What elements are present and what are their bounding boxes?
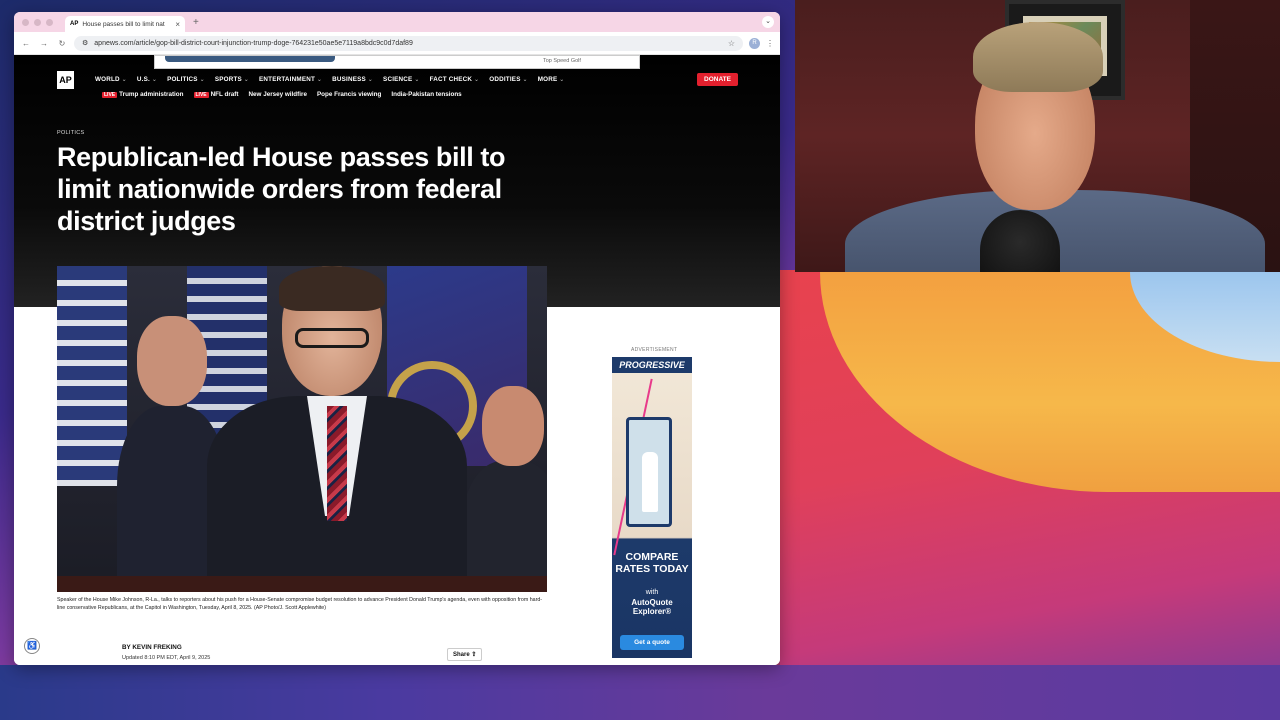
reload-icon[interactable]: ↻ — [56, 39, 68, 48]
get-a-quote-button[interactable]: Get a quote — [620, 635, 684, 650]
tab-title: House passes bill to limit nat — [82, 20, 165, 28]
trending-item[interactable]: New Jersey wildfire — [249, 91, 307, 98]
banner-ad-text: Top Speed Golf — [543, 58, 581, 64]
trending-item[interactable]: LIVE NFL draft — [193, 91, 239, 98]
donate-button[interactable]: DONATE — [697, 73, 738, 86]
photo-caption: Speaker of the House Mike Johnson, R-La.… — [57, 597, 543, 611]
nav-item-more[interactable]: MORE — [538, 76, 565, 83]
ad-character-illustration — [642, 452, 658, 512]
browser-menu-icon[interactable]: ⋮ — [766, 39, 774, 48]
minimize-window-button[interactable] — [34, 18, 41, 26]
webcam-feed — [795, 0, 1280, 272]
presenter-hair — [973, 22, 1103, 92]
ad-label: ADVERTISEMENT — [631, 347, 678, 353]
nav-item-politics[interactable]: POLITICS — [167, 76, 205, 83]
ap-logo[interactable]: AP — [57, 71, 74, 89]
ad-with-text: with — [645, 589, 659, 596]
person-right — [462, 386, 547, 592]
close-window-button[interactable] — [22, 18, 29, 26]
ad-brand-logo: PROGRESSIVE — [612, 357, 692, 373]
back-icon[interactable]: ← — [20, 39, 32, 48]
ap-favicon-icon: AP — [70, 21, 79, 27]
trending-item[interactable]: Pope Francis viewing — [317, 91, 381, 98]
site-info-icon[interactable]: ⚙ — [82, 39, 88, 47]
trending-label: Trump administration — [119, 91, 184, 98]
zoom-window-button[interactable] — [46, 18, 53, 26]
bookmark-star-icon[interactable]: ☆ — [728, 39, 735, 48]
nav-item-world[interactable]: WORLD — [95, 76, 127, 83]
nav-item-entertainment[interactable]: ENTERTAINMENT — [259, 76, 322, 83]
tab-bar: AP House passes bill to limit nat × + ⌄ — [14, 12, 780, 32]
live-badge: LIVE — [193, 92, 209, 98]
tab-search-icon[interactable]: ⌄ — [762, 16, 774, 28]
sidebar-advertisement[interactable]: PROGRESSIVE COMPARE RATES TODAY with Aut… — [612, 357, 692, 658]
ad-product-name: AutoQuote Explorer® — [631, 598, 673, 616]
main-nav: WORLD U.S. POLITICS SPORTS ENTERTAINMENT… — [95, 76, 565, 83]
trending-bar: LIVE Trump administration LIVE NFL draft N… — [102, 91, 462, 98]
share-label: Share — [453, 652, 470, 658]
trending-item[interactable]: India-Pakistan tensions — [391, 91, 461, 98]
nav-item-oddities[interactable]: ODDITIES — [489, 76, 527, 83]
nav-item-fact-check[interactable]: FACT CHECK — [430, 76, 480, 83]
top-banner-ad[interactable]: Top Speed Golf — [154, 55, 640, 69]
browser-tab-active[interactable]: AP House passes bill to limit nat × — [65, 16, 185, 32]
profile-avatar[interactable]: R — [749, 37, 760, 49]
url-text: apnews.com/article/gop-bill-district-cou… — [94, 39, 413, 47]
banner-ad-image — [165, 56, 335, 62]
article-headline: Republican-led House passes bill to limi… — [57, 142, 506, 236]
wallpaper-bottom — [0, 665, 1280, 720]
live-badge: LIVE — [102, 92, 118, 98]
nav-item-sports[interactable]: SPORTS — [215, 76, 249, 83]
share-button[interactable]: Share ⇪ — [447, 648, 483, 661]
browser-window: AP House passes bill to limit nat × + ⌄ … — [14, 12, 780, 665]
ad-headline: COMPARE RATES TODAY — [615, 551, 689, 575]
address-bar-row: ← → ↻ ⚙ apnews.com/article/gop-bill-dist… — [14, 32, 780, 55]
forward-icon[interactable]: → — [38, 39, 50, 48]
close-tab-icon[interactable]: × — [175, 20, 180, 29]
web-page: Top Speed Golf AP WORLD U.S. POLITICS SP… — [14, 55, 780, 665]
new-tab-icon[interactable]: + — [193, 17, 199, 28]
nav-item-us[interactable]: U.S. — [137, 76, 157, 83]
article-kicker[interactable]: POLITICS — [57, 130, 84, 136]
window-controls — [22, 18, 53, 26]
share-icon: ⇪ — [471, 652, 477, 658]
accessibility-icon[interactable]: ♿ — [24, 638, 40, 654]
article-lead-photo[interactable] — [57, 266, 547, 592]
trending-label: NFL draft — [210, 91, 239, 98]
article-timestamp: Updated 8:10 PM EDT, April 9, 2025 — [122, 655, 211, 661]
lectern — [57, 576, 547, 592]
nav-item-business[interactable]: BUSINESS — [332, 76, 373, 83]
speaker-person — [207, 266, 467, 592]
trending-item[interactable]: LIVE Trump administration — [102, 91, 184, 98]
url-field[interactable]: ⚙ apnews.com/article/gop-bill-district-c… — [74, 35, 743, 51]
article-byline[interactable]: BY KEVIN FREKING — [122, 644, 182, 651]
nav-item-science[interactable]: SCIENCE — [383, 76, 420, 83]
